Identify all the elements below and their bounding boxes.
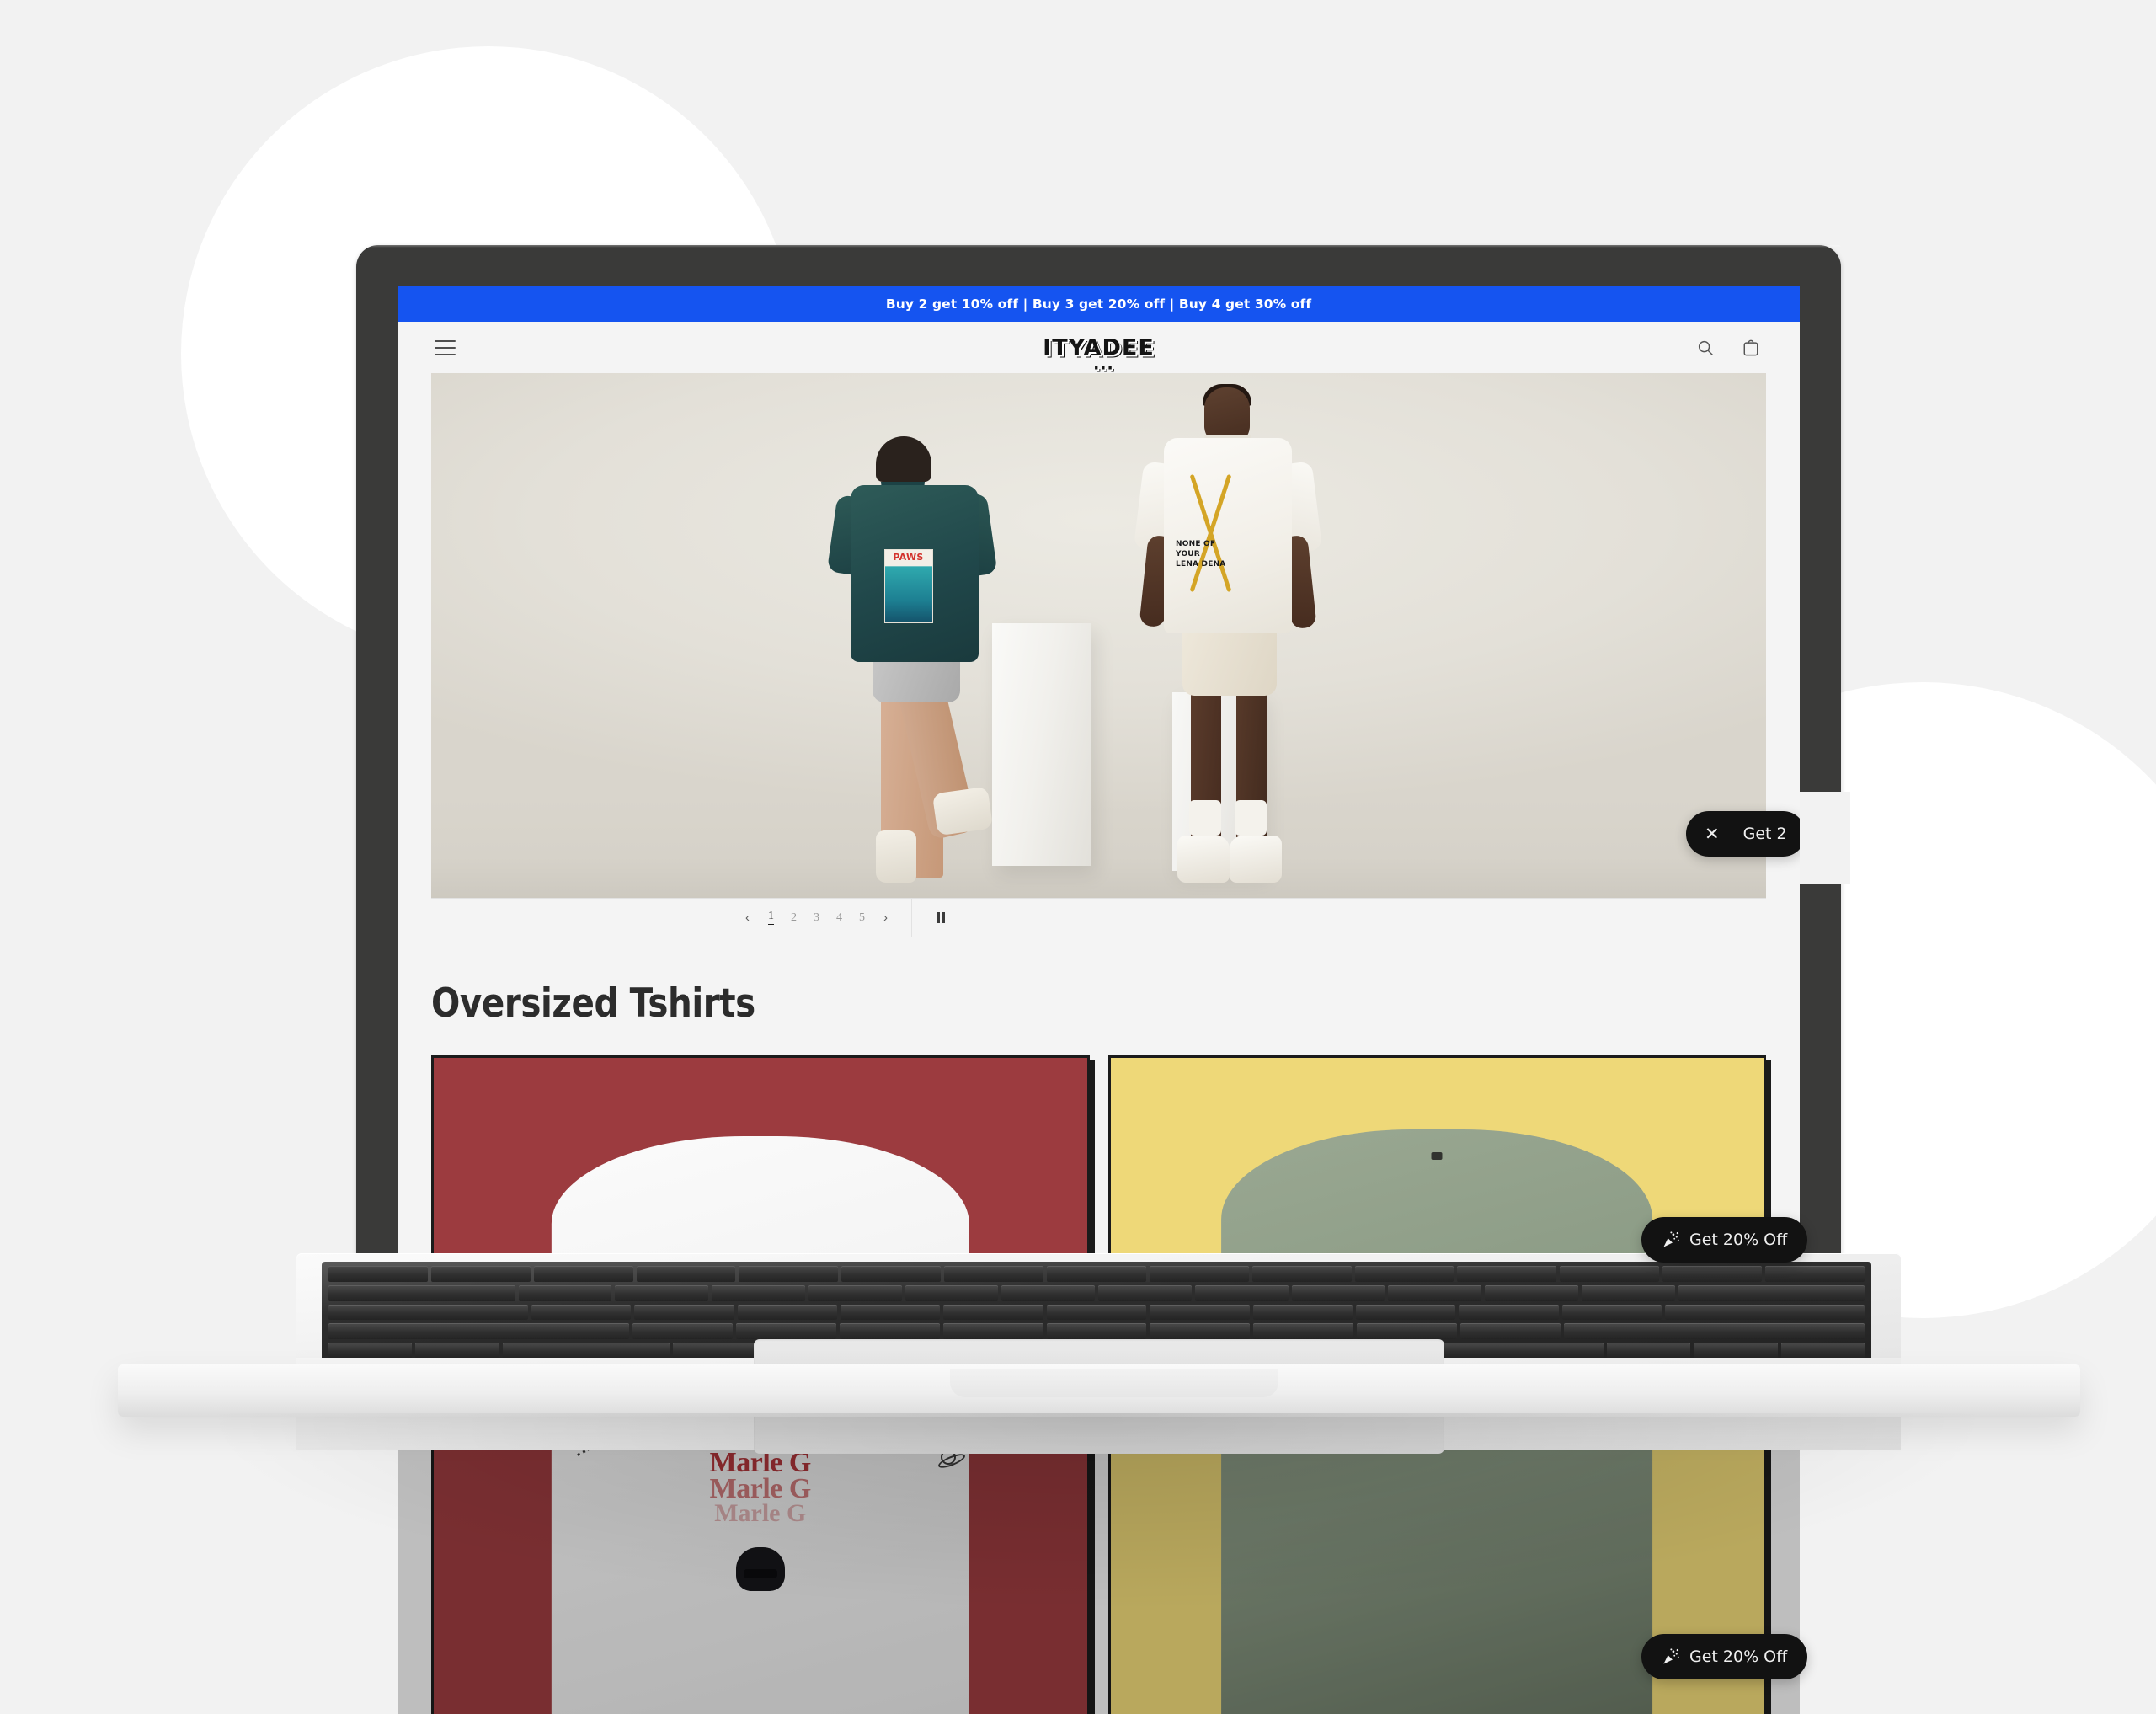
card-frame: Marle G Marle G Marle G [431, 1055, 1090, 1256]
hero-slide[interactable]: PAWS NONE OF YOUR LENA DENA [431, 373, 1766, 898]
slideshow-pagination: ‹ 1 2 3 4 5 › [722, 899, 912, 937]
hero-model-right: NONE OF YOUR LENA DENA [1133, 376, 1323, 883]
slide-prev-button[interactable]: ‹ [744, 911, 751, 924]
mockup-stage: Buy 2 get 10% off | Buy 3 get 20% off | … [0, 0, 2156, 1714]
promo-badge-middle-label: Get 20% Off [1689, 1231, 1788, 1249]
promo-badge-bottom-label: Get 20% Off [1689, 1647, 1788, 1666]
hero-right-print-line3: LENA DENA [1176, 559, 1226, 569]
hero-right-print-line1: NONE OF [1176, 539, 1216, 548]
promo-badge-bottom[interactable]: Get 20% Off [1641, 1634, 1808, 1679]
print-graphic-echo2: Marle G [709, 1473, 812, 1505]
confetti-icon [1662, 1647, 1680, 1666]
hero-right-print-line2: YOUR [1176, 549, 1200, 558]
slide-next-button[interactable]: › [882, 911, 889, 924]
hamburger-menu-icon[interactable] [435, 339, 457, 355]
close-icon[interactable]: ✕ [1705, 825, 1720, 843]
hero-slideshow: PAWS NONE OF YOUR LENA DENA ‹ 1 2 3 4 5 … [398, 373, 1800, 937]
slide-page-2[interactable]: 2 [791, 911, 797, 924]
announcement-text: Buy 2 get 10% off | Buy 3 get 20% off | … [885, 296, 1312, 312]
slideshow-pause-button[interactable] [912, 899, 970, 937]
brand-logo-dots: ... [1093, 355, 1114, 373]
slide-page-1[interactable]: 1 [768, 910, 774, 925]
promo-badge-clipped[interactable]: ✕ Get 2 [1686, 811, 1806, 857]
brand-logo[interactable]: ITYADEE ... [1043, 334, 1155, 371]
laptop-open-notch [950, 1369, 1278, 1397]
collection-cards: Marle G Marle G Marle G Prints → [431, 1055, 1766, 1256]
card-image-prints: Marle G Marle G Marle G [434, 1058, 1087, 1256]
hero-model-left: PAWS [826, 406, 997, 883]
slideshow-controls: ‹ 1 2 3 4 5 › [431, 898, 1766, 937]
announcement-bar: Buy 2 get 10% off | Buy 3 get 20% off | … [398, 286, 1800, 322]
confetti-icon [1662, 1231, 1680, 1249]
site-header: ITYADEE ... [398, 322, 1800, 373]
collection-section: Oversized Tshirts Marle G Marle G Marle … [398, 980, 1800, 1256]
print-graphic-echo3: Marle G [714, 1499, 807, 1528]
slide-page-5[interactable]: 5 [859, 911, 865, 924]
header-actions [1694, 336, 1763, 360]
hero-photo: PAWS NONE OF YOUR LENA DENA [431, 373, 1766, 898]
collection-title: Oversized Tshirts [431, 980, 755, 1027]
shopping-bag-icon[interactable] [1739, 336, 1763, 360]
search-icon[interactable] [1694, 336, 1717, 360]
pause-icon [937, 912, 945, 923]
promo-clip-mask [1800, 792, 1850, 884]
promo-badge-clipped-label: Get 2 [1742, 825, 1787, 843]
slide-page-3[interactable]: 3 [814, 911, 819, 924]
slide-page-4[interactable]: 4 [836, 911, 842, 924]
hero-left-print-text: PAWS [893, 552, 924, 563]
collection-card-prints[interactable]: Marle G Marle G Marle G Prints → [431, 1055, 1090, 1256]
promo-badge-middle[interactable]: Get 20% Off [1641, 1217, 1808, 1263]
browser-viewport: Buy 2 get 10% off | Buy 3 get 20% off | … [398, 286, 1800, 1256]
